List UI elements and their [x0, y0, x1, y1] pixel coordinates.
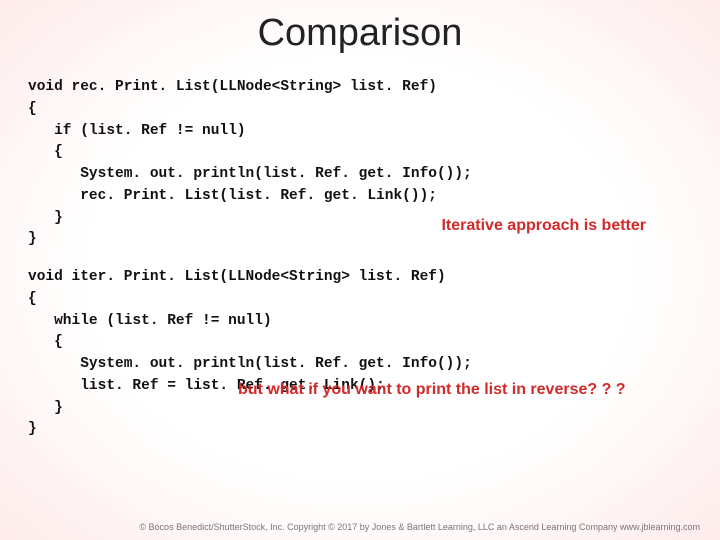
code-line: } — [28, 210, 63, 226]
code-line: rec. Print. List(list. Ref. get. Link())… — [28, 188, 437, 204]
code-line: if (list. Ref != null) — [28, 123, 246, 139]
copyright-footer: © Bocos Benedict/ShutterStock, Inc. Copy… — [139, 522, 700, 532]
code-line: System. out. println(list. Ref. get. Inf… — [28, 356, 472, 372]
slide-title: Comparison — [28, 12, 692, 55]
code-line: { — [28, 334, 63, 350]
code-line: while (list. Ref != null) — [28, 313, 272, 329]
code-line: } — [28, 421, 37, 437]
callout-iterative-better: Iterative approach is better — [441, 217, 646, 235]
callout-reverse-question: but what if you want to print the list i… — [238, 381, 626, 399]
code-line: System. out. println(list. Ref. get. Inf… — [28, 166, 472, 182]
code-line: { — [28, 101, 37, 117]
spacer — [28, 251, 692, 267]
iterative-code-block: void iter. Print. List(LLNode<String> li… — [28, 267, 692, 441]
code-line: { — [28, 291, 37, 307]
code-line: } — [28, 231, 37, 247]
content-area: void rec. Print. List(LLNode<String> lis… — [28, 77, 692, 441]
code-line: void iter. Print. List(LLNode<String> li… — [28, 269, 446, 285]
slide: Comparison void rec. Print. List(LLNode<… — [0, 0, 720, 540]
code-line: void rec. Print. List(LLNode<String> lis… — [28, 79, 437, 95]
code-line: { — [28, 144, 63, 160]
code-line: } — [28, 400, 63, 416]
